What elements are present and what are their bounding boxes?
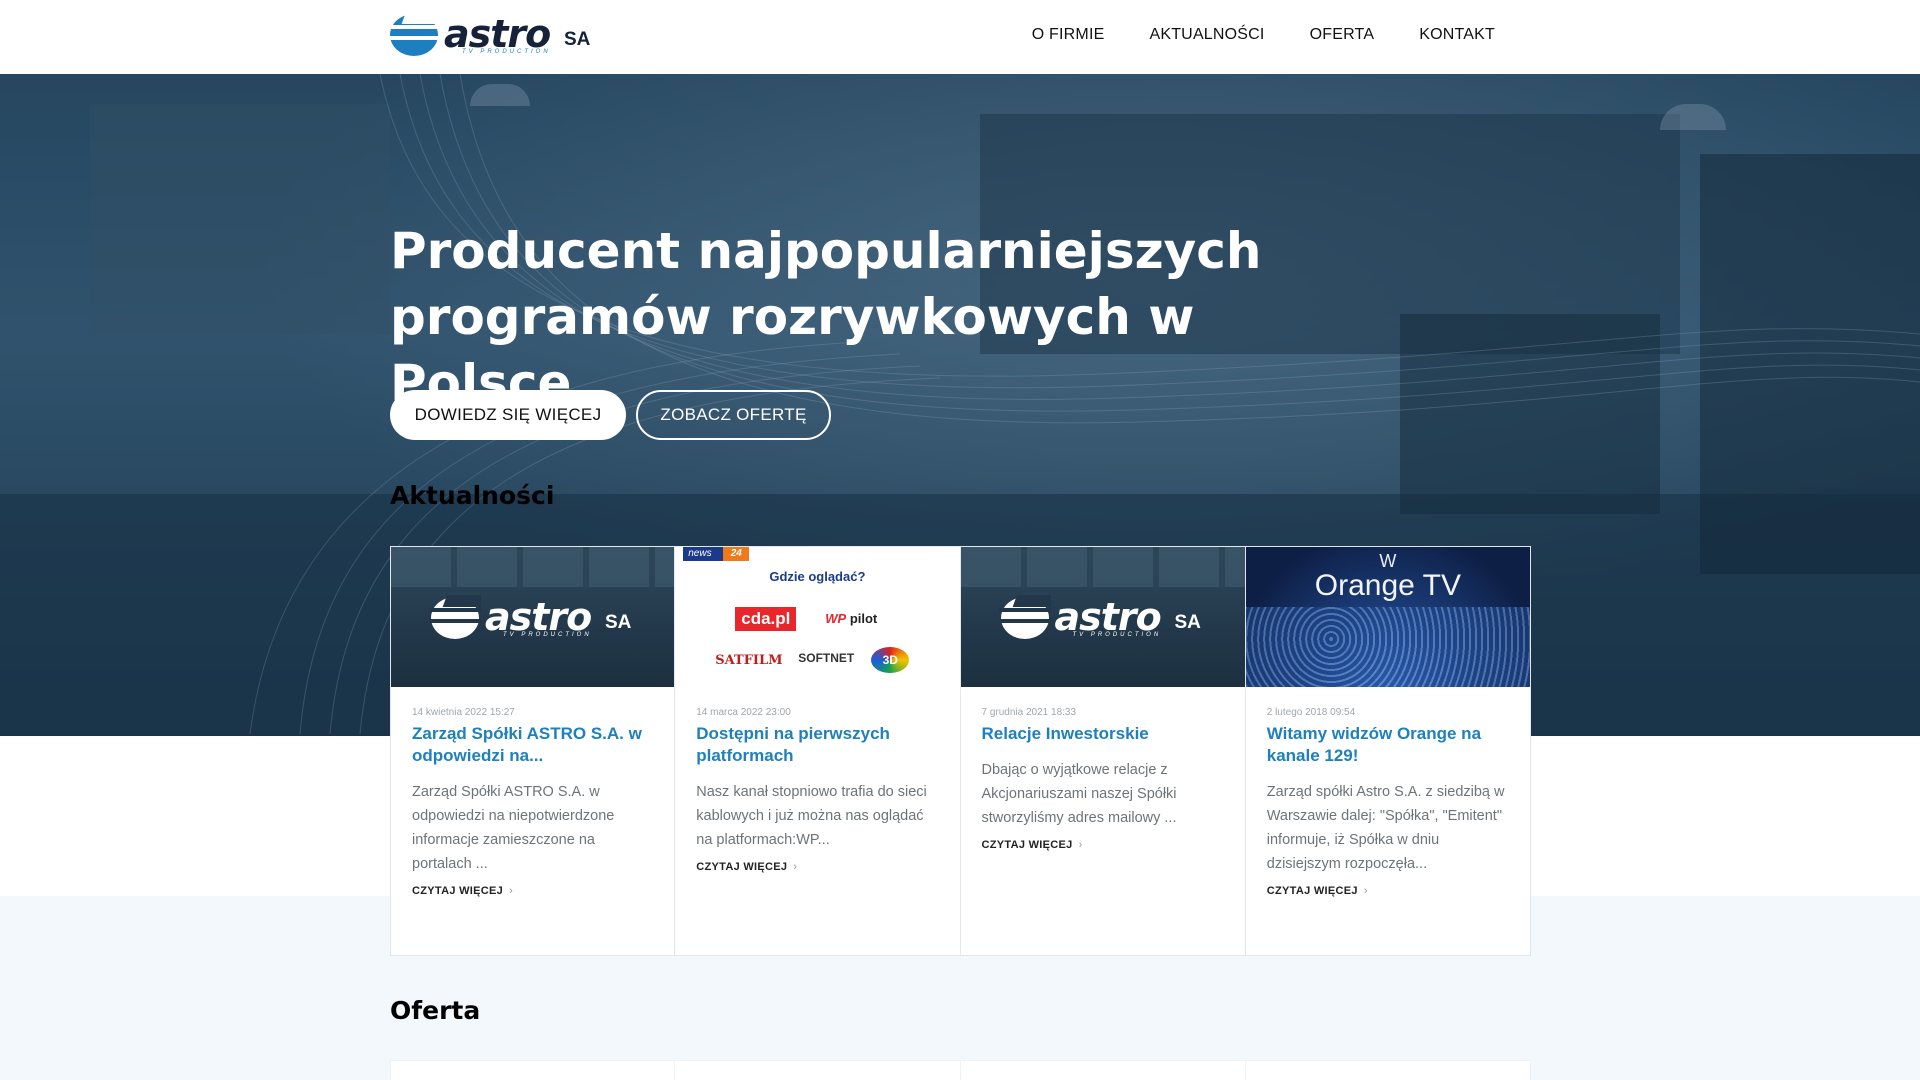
astro-logo-image: astro SA TV PRODUCTION [998, 593, 1209, 641]
read-more-link[interactable]: CZYTAJ WIĘCEJ › [696, 861, 939, 873]
offer-card[interactable] [675, 1060, 961, 1080]
chevron-right-icon: › [1078, 839, 1083, 851]
softnet-logo: SOFTNET [798, 651, 855, 665]
satfilm-logo: SATFILM [715, 653, 783, 668]
news24-badge-right: 24 [723, 547, 750, 561]
news-card-title[interactable]: Zarząd Spółki ASTRO S.A. w odpowiedzi na… [412, 723, 654, 767]
news-card-title[interactable]: Witamy widzów Orange na kanale 129! [1267, 723, 1510, 767]
news-card-image[interactable]: W Orange TV [1245, 547, 1530, 687]
news-card[interactable]: news 24 Gdzie oglądać? cda.pl WP pilot SA… [675, 546, 961, 956]
news-card-date: 2 lutego 2018 09:54 [1266, 707, 1356, 718]
image-background-strip [960, 547, 1245, 587]
nav-item-kontakt[interactable]: KONTAKT [1419, 26, 1495, 44]
logo-tagline: TV PRODUCTION [462, 49, 551, 55]
read-more-label: CZYTAJ WIĘCEJ [412, 885, 504, 897]
astro-logo-image: astro SA TV PRODUCTION [429, 593, 639, 641]
logo-swoosh-icon [998, 595, 1051, 639]
hero-title: Producent najpopularniejszych programów … [390, 218, 1390, 416]
pilot-label: pilot [849, 611, 878, 626]
news-card-body: 7 grudnia 2021 18:33 Relacje Inwestorski… [961, 687, 1245, 851]
learn-more-button[interactable]: DOWIEDZ SIĘ WIĘCEJ [390, 390, 626, 440]
logo-swoosh-icon [429, 595, 481, 639]
news-card-date: 14 marca 2022 23:00 [696, 707, 791, 718]
news-card-date: 14 kwietnia 2022 15:27 [412, 707, 515, 718]
read-more-link[interactable]: CZYTAJ WIĘCEJ › [412, 885, 654, 897]
offer-card[interactable] [1245, 1060, 1531, 1080]
logo-suffix: SA [1174, 612, 1201, 633]
logo-swoosh-icon [388, 12, 440, 56]
news-card[interactable]: astro SA TV PRODUCTION 14 kwietnia 2022 … [390, 546, 676, 956]
site-header: astro SA TV PRODUCTION O FIRMIE AKTUALNO… [0, 0, 1920, 74]
see-offer-button[interactable]: ZOBACZ OFERTĘ [636, 390, 831, 440]
news-card-title[interactable]: Dostępni na pierwszych platformach [696, 723, 939, 767]
read-more-link[interactable]: CZYTAJ WIĘCEJ › [1267, 885, 1510, 897]
news24-badge-left: news [688, 548, 712, 559]
read-more-link[interactable]: CZYTAJ WIĘCEJ › [982, 839, 1225, 851]
nav-item-oferta[interactable]: OFERTA [1310, 26, 1375, 44]
news-card-image[interactable]: astro SA TV PRODUCTION [391, 547, 675, 687]
news-card-image[interactable]: news 24 Gdzie oglądać? cda.pl WP pilot SA… [675, 547, 960, 687]
nav-item-o-firmie[interactable]: O FIRMIE [1032, 26, 1105, 44]
logo-suffix: SA [564, 29, 591, 50]
chevron-right-icon: › [1363, 885, 1368, 897]
read-more-label: CZYTAJ WIĘCEJ [696, 861, 788, 873]
orange-tv-name: Orange TV [1314, 569, 1461, 602]
crowd-texture [1245, 607, 1530, 687]
logo-tagline: TV PRODUCTION [503, 632, 592, 638]
chevron-right-icon: › [793, 861, 798, 873]
news24-badge: news 24 [683, 547, 750, 561]
read-more-label: CZYTAJ WIĘCEJ [981, 839, 1073, 851]
cda-logo: cda.pl [735, 607, 797, 631]
offer-cards-row [390, 1060, 1531, 1080]
3d-logo: 3D [871, 647, 910, 673]
news-cards: astro SA TV PRODUCTION 14 kwietnia 2022 … [390, 546, 1531, 956]
news-card-date: 7 grudnia 2021 18:33 [981, 707, 1077, 718]
wp-logo-mark: WP [825, 611, 847, 626]
logo-tagline: TV PRODUCTION [1072, 632, 1162, 638]
news-card-body: 14 marca 2022 23:00 Dostępni na pierwszy… [675, 687, 959, 873]
news-section-title: Aktualności [390, 481, 555, 510]
offer-card[interactable] [390, 1060, 676, 1080]
hero-title-line1: Producent najpopularniejszych [390, 222, 1262, 280]
nav-item-aktualnosci[interactable]: AKTUALNOŚCI [1149, 26, 1264, 44]
news-card[interactable]: astro SA TV PRODUCTION 7 grudnia 2021 18… [960, 546, 1246, 956]
offer-card[interactable] [960, 1060, 1246, 1080]
where-to-watch-heading: Gdzie oglądać? [769, 569, 866, 584]
main-nav: O FIRMIE AKTUALNOŚCI OFERTA KONTAKT [987, 26, 1495, 44]
news-card-excerpt: Zarząd Spółki ASTRO S.A. w odpowiedzi na… [412, 784, 615, 872]
image-background-strip [391, 547, 675, 587]
news-card-excerpt: Dbając o wyjątkowe relacje z Akcjonarius… [981, 762, 1177, 826]
chevron-right-icon: › [509, 885, 514, 897]
news-card-excerpt: Zarząd spółki Astro S.A. z siedzibą w Wa… [1266, 784, 1505, 872]
read-more-label: CZYTAJ WIĘCEJ [1266, 885, 1358, 897]
news-card-body: 14 kwietnia 2022 15:27 Zarząd Spółki AST… [391, 687, 674, 897]
site-logo[interactable]: astro SA TV PRODUCTION [388, 10, 598, 58]
logo-suffix: SA [605, 612, 632, 633]
news-card-excerpt: Nasz kanał stopniowo trafia do sieci kab… [696, 784, 927, 848]
news-card[interactable]: W Orange TV 2 lutego 2018 09:54 Witamy w… [1245, 546, 1531, 956]
news-card-body: 2 lutego 2018 09:54 Witamy widzów Orange… [1246, 687, 1530, 897]
news-card-title[interactable]: Relacje Inwestorskie [982, 723, 1225, 745]
offer-section-title: Oferta [390, 996, 481, 1025]
wp-pilot-logo: WP pilot [825, 611, 877, 626]
news-card-image[interactable]: astro SA TV PRODUCTION [960, 547, 1245, 687]
